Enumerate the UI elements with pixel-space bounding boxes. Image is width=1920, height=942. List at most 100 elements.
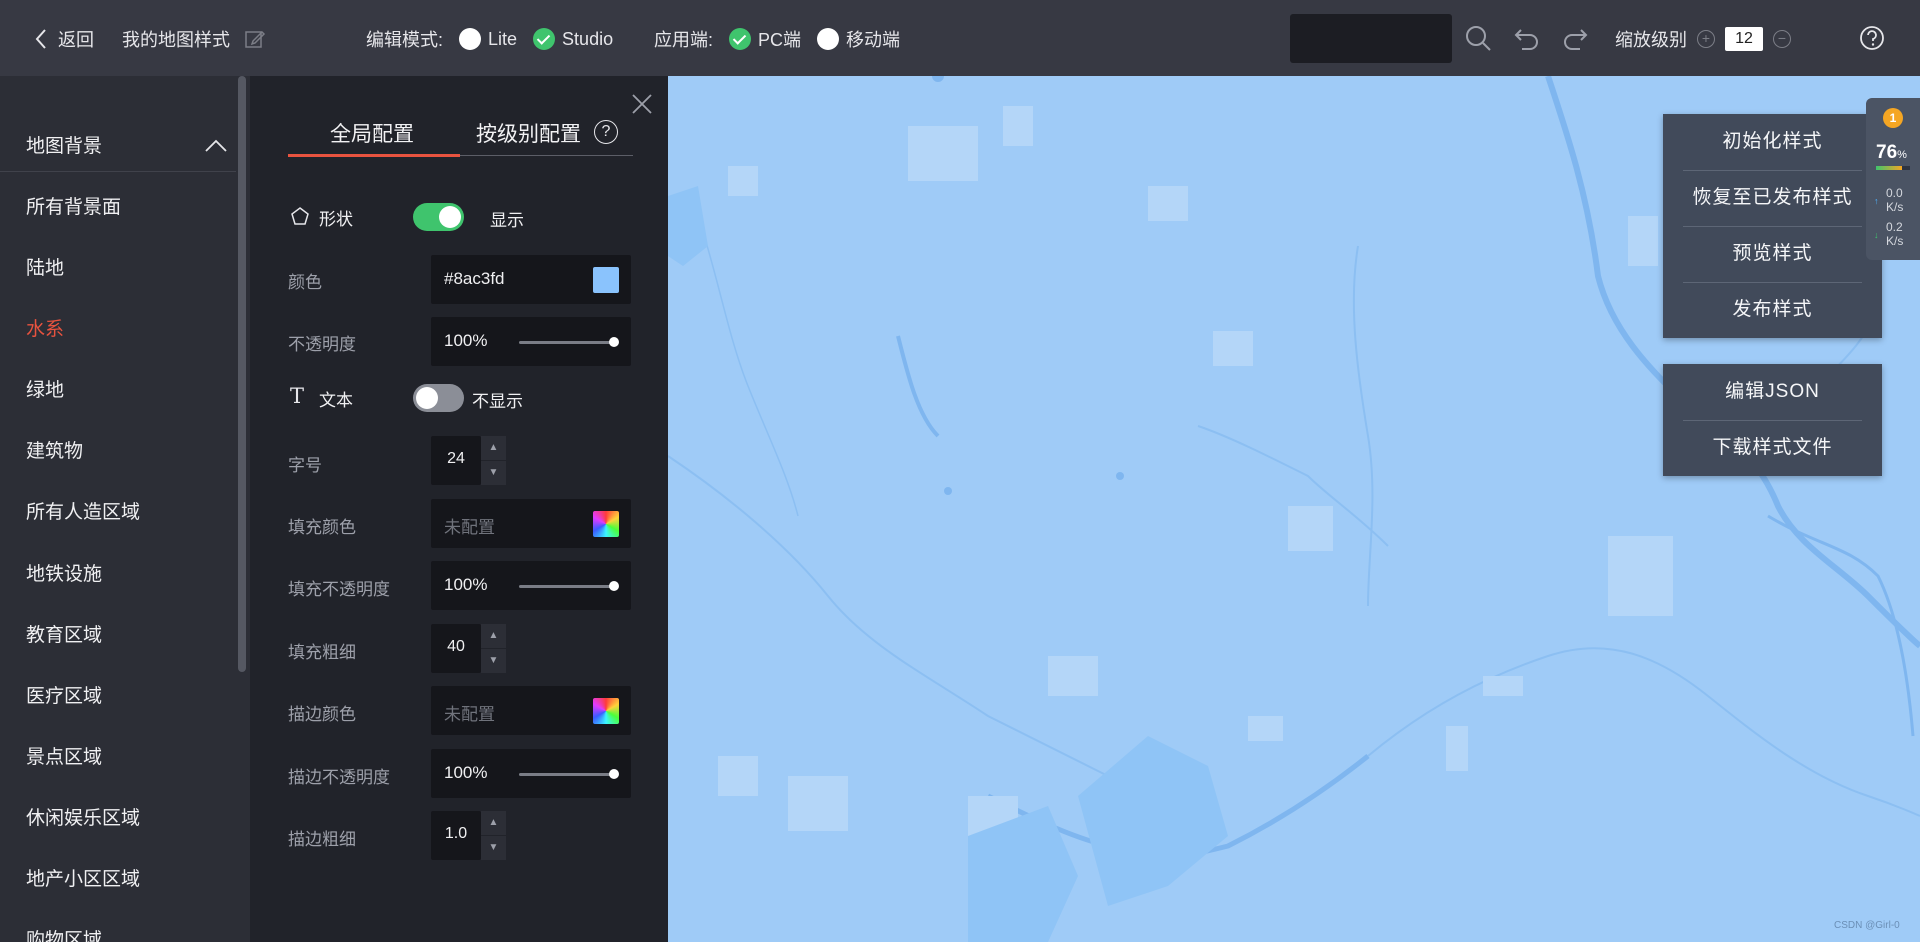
chevron-up-icon[interactable]	[204, 134, 228, 158]
color-field[interactable]: #8ac3fd	[431, 255, 631, 304]
download-speed: 0.2 K/s	[1886, 220, 1903, 248]
sidebar-item-shopping[interactable]: 购物区域	[26, 925, 102, 942]
memory-bar	[1876, 166, 1910, 170]
stroke-color-field[interactable]: 未配置	[431, 686, 631, 735]
stroke-opacity-field: 100%	[431, 749, 631, 798]
sidebar-item-medical[interactable]: 医疗区域	[26, 681, 102, 708]
stroke-color-value: 未配置	[444, 705, 495, 724]
radio-checked-icon	[533, 28, 556, 50]
fill-weight-stepper: 40 ▲ ▼	[431, 624, 506, 673]
zoom-in-icon[interactable]: +	[1697, 30, 1715, 48]
top-bar: 返回 我的地图样式 编辑模式: Lite Studio 应用端: PC端 移动端…	[0, 0, 1920, 76]
stroke-opacity-slider-track[interactable]	[519, 773, 613, 776]
fill-weight-input[interactable]: 40	[431, 624, 481, 673]
download-speed-unit: K/s	[1886, 234, 1904, 248]
preview-style-button[interactable]: 预览样式	[1663, 226, 1882, 282]
opacity-slider-handle[interactable]	[609, 337, 619, 347]
notification-badge: 1	[1883, 108, 1903, 128]
sidebar-group-label: 地图背景	[26, 136, 103, 157]
fill-opacity-slider-track[interactable]	[519, 585, 613, 588]
color-swatch[interactable]	[593, 267, 619, 293]
stroke-weight-label: 描边粗细	[288, 830, 356, 849]
sidebar-item-artificial-areas[interactable]: 所有人造区域	[26, 497, 140, 524]
toggle-knob	[416, 387, 438, 409]
pentagon-icon	[291, 207, 309, 225]
help-icon[interactable]: ?	[594, 120, 618, 144]
publish-style-button[interactable]: 发布样式	[1663, 282, 1882, 338]
color-picker-icon[interactable]	[593, 511, 619, 537]
map-title: 我的地图样式	[122, 30, 230, 50]
shape-visibility-toggle[interactable]	[413, 203, 464, 231]
increment-icon[interactable]: ▲	[481, 811, 506, 835]
edit-json-button[interactable]: 编辑JSON	[1663, 364, 1882, 420]
color-label: 颜色	[288, 273, 322, 292]
redo-icon[interactable]	[1561, 24, 1589, 52]
decrement-icon[interactable]: ▼	[481, 461, 506, 485]
fill-color-field[interactable]: 未配置	[431, 499, 631, 548]
fill-color-label: 填充颜色	[288, 518, 356, 537]
fill-color-value: 未配置	[444, 518, 495, 537]
edit-mode-label: 编辑模式:	[366, 30, 444, 50]
download-style-button[interactable]: 下载样式文件	[1663, 420, 1882, 476]
zoom-label: 缩放级别	[1615, 30, 1687, 50]
platform-selector: 应用端: PC端 移动端	[654, 26, 900, 52]
active-tab-indicator	[288, 154, 460, 157]
font-size-stepper: 24 ▲ ▼	[431, 436, 506, 485]
sidebar-item-education[interactable]: 教育区域	[26, 620, 102, 647]
text-visibility-toggle[interactable]	[413, 384, 464, 412]
sidebar-item-subway[interactable]: 地铁设施	[26, 559, 102, 586]
edit-icon[interactable]	[244, 28, 266, 50]
zoom-out-icon[interactable]: −	[1773, 30, 1791, 48]
edit-mode-studio-radio[interactable]: Studio	[533, 28, 613, 50]
back-button[interactable]: 返回	[34, 26, 94, 52]
platform-pc-radio[interactable]: PC端	[729, 26, 801, 52]
memory-percent: 76%	[1876, 142, 1907, 164]
font-size-label: 字号	[288, 456, 322, 475]
undo-icon[interactable]	[1513, 24, 1541, 52]
zoom-level-input[interactable]: 12	[1725, 27, 1763, 51]
sidebar-item-green[interactable]: 绿地	[26, 375, 64, 402]
radio-unchecked-icon	[459, 28, 482, 50]
sidebar-item-land[interactable]: 陆地	[26, 253, 64, 280]
fill-opacity-label: 填充不透明度	[288, 580, 390, 599]
shape-label: 形状	[319, 210, 353, 229]
sidebar-item-all-backgrounds[interactable]: 所有背景面	[26, 192, 121, 219]
tab-global-config[interactable]: 全局配置	[330, 118, 414, 148]
sidebar-scrollbar[interactable]	[238, 76, 246, 672]
sidebar-item-residential[interactable]: 地产小区区域	[26, 864, 140, 891]
decrement-icon[interactable]: ▼	[481, 649, 506, 673]
shape-toggle-label: 显示	[490, 211, 524, 230]
increment-icon[interactable]: ▲	[481, 436, 506, 460]
stroke-weight-value: 1.0	[444, 825, 468, 842]
sidebar-group-map-background[interactable]: 地图背景	[0, 118, 236, 172]
stroke-opacity-slider-handle[interactable]	[609, 769, 619, 779]
search-input[interactable]	[1290, 14, 1452, 63]
init-style-button[interactable]: 初始化样式	[1663, 114, 1882, 170]
back-chevron-icon	[35, 29, 46, 49]
decrement-icon[interactable]: ▼	[481, 836, 506, 860]
opacity-label: 不透明度	[288, 335, 356, 354]
increment-icon[interactable]: ▲	[481, 624, 506, 648]
help-icon[interactable]	[1858, 24, 1886, 52]
upload-speed-value: 0.0	[1886, 186, 1903, 200]
sidebar-item-buildings[interactable]: 建筑物	[26, 436, 83, 463]
sidebar-item-scenic[interactable]: 景点区域	[26, 742, 102, 769]
fill-opacity-slider-handle[interactable]	[609, 581, 619, 591]
tab-level-config[interactable]: 按级别配置	[476, 118, 581, 148]
search-icon[interactable]	[1464, 24, 1492, 52]
restore-published-button[interactable]: 恢复至已发布样式	[1663, 170, 1882, 226]
stroke-weight-input[interactable]: 1.0	[431, 811, 481, 860]
fill-opacity-value: 100%	[444, 575, 488, 594]
sidebar-item-water[interactable]: 水系	[26, 314, 64, 341]
back-label: 返回	[58, 30, 94, 50]
toggle-knob	[439, 206, 461, 228]
opacity-slider-track[interactable]	[519, 341, 613, 344]
text-toggle-label: 不显示	[472, 392, 523, 411]
radio-unchecked-icon	[817, 28, 840, 50]
font-size-input[interactable]: 24	[431, 436, 481, 485]
edit-mode-lite-radio[interactable]: Lite	[459, 28, 517, 50]
fill-weight-label: 填充粗细	[288, 643, 356, 662]
color-picker-icon[interactable]	[593, 698, 619, 724]
sidebar-item-leisure[interactable]: 休闲娱乐区域	[26, 803, 140, 830]
platform-mobile-radio[interactable]: 移动端	[817, 26, 900, 52]
